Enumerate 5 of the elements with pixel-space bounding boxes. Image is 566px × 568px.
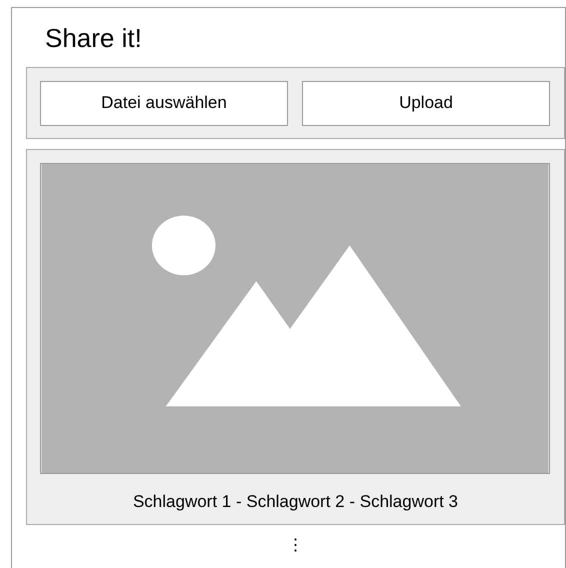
page-title: Share it!: [44, 22, 143, 55]
upload-button[interactable]: Upload: [302, 80, 550, 126]
more-icon[interactable]: ⋮: [288, 536, 304, 556]
choose-file-button[interactable]: Datei auswählen: [40, 80, 288, 126]
tags-caption: Schlagwort 1 - Schlagwort 2 - Schlagwort 3: [132, 491, 460, 513]
